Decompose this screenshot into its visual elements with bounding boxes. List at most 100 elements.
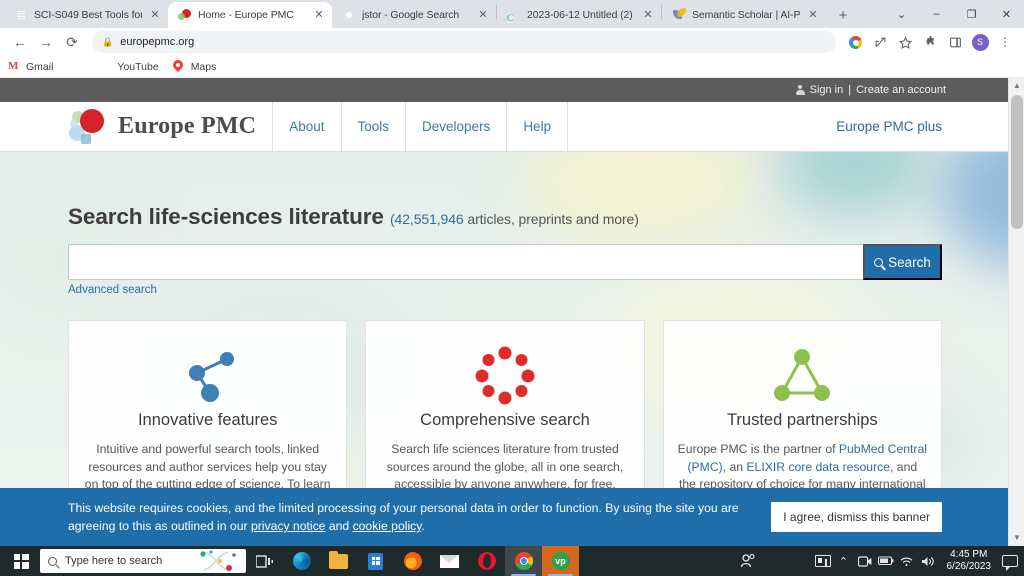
advanced-search-link[interactable]: Advanced search	[68, 284, 157, 296]
battery-icon[interactable]	[877, 556, 894, 566]
clock-date: 6/26/2023	[946, 561, 992, 572]
taskbar-app-microsoft-edge[interactable]	[283, 546, 320, 576]
browser-window: SCI-S049 Best Tools for Track ✕ Home - E…	[0, 0, 1024, 546]
lock-icon: 🔒	[102, 36, 114, 47]
bookmark-youtube[interactable]: YouTube	[99, 60, 158, 73]
side-panel-icon[interactable]	[944, 31, 966, 53]
taskbar-app-mail[interactable]	[431, 546, 468, 576]
task-view-button[interactable]	[246, 546, 283, 576]
dismiss-cookie-banner-button[interactable]: I agree, dismiss this banner	[771, 502, 942, 532]
tab-title: jstor - Google Search	[362, 9, 460, 21]
reload-icon[interactable]: ⟳	[60, 30, 84, 54]
cookie-banner-text: This website requires cookies, and the l…	[68, 499, 751, 535]
start-button[interactable]	[2, 546, 40, 576]
taskbar-search[interactable]: Type here to search	[40, 549, 246, 573]
close-icon[interactable]: ✕	[476, 8, 490, 22]
create-account-link[interactable]: Create an account	[856, 84, 946, 96]
browser-menu-icon[interactable]: ⋮	[994, 31, 1016, 53]
cookie-text: and	[325, 519, 353, 533]
article-count: (42,551,946	[389, 211, 464, 227]
scroll-down-arrow-icon[interactable]: ▼	[1009, 530, 1024, 546]
google-lens-icon[interactable]	[844, 31, 866, 53]
avatar[interactable]: S	[969, 31, 991, 53]
search-input[interactable]	[68, 244, 863, 280]
bookmark-maps[interactable]: Maps	[173, 60, 217, 73]
windows-start-icon	[13, 553, 29, 569]
privacy-notice-link[interactable]: privacy notice	[251, 519, 326, 533]
browser-tab-4[interactable]: Semantic Scholar | AI-Power ✕	[662, 2, 826, 28]
cookie-banner: This website requires cookies, and the l…	[0, 488, 1008, 546]
google-icon	[342, 8, 356, 22]
nav-item-tools[interactable]: Tools	[340, 102, 406, 151]
site-nav: About Tools Developers Help	[272, 102, 569, 151]
share-network-icon	[83, 339, 332, 411]
taskbar-clock[interactable]: 4:45 PM 6/26/2023	[941, 549, 998, 573]
nav-item-about[interactable]: About	[272, 102, 340, 151]
news-icon[interactable]	[814, 555, 831, 567]
close-icon[interactable]: ✕	[312, 8, 326, 22]
new-tab-button[interactable]: +	[830, 2, 856, 28]
taskbar-app-google-chrome[interactable]	[505, 546, 542, 576]
extensions-icon[interactable]	[919, 31, 941, 53]
minimize-icon[interactable]: –	[919, 0, 954, 28]
show-hidden-icons-icon[interactable]: ⌃	[836, 555, 852, 568]
feature-cards: Innovative features Intuitive and powerf…	[68, 320, 942, 512]
close-window-icon[interactable]: ✕	[989, 0, 1024, 28]
forward-icon[interactable]: →	[34, 30, 58, 54]
document-icon	[14, 8, 28, 22]
page-content: Sign in | Create an account Europe PMC A…	[0, 78, 1008, 546]
network-icon[interactable]	[899, 556, 915, 567]
tab-title: 2023-06-12 Untitled (2) - Co	[527, 9, 635, 21]
meet-now-icon[interactable]	[857, 555, 873, 567]
browser-tab-2[interactable]: jstor - Google Search ✕	[332, 2, 496, 28]
maximize-icon[interactable]: ❐	[954, 0, 989, 28]
store-icon	[368, 552, 383, 570]
browser-tab-0[interactable]: SCI-S049 Best Tools for Track ✕	[4, 2, 168, 28]
cookie-policy-link[interactable]: cookie policy	[353, 519, 422, 533]
close-icon[interactable]: ✕	[806, 8, 820, 22]
taskbar-app-file-explorer[interactable]	[320, 546, 357, 576]
system-tray: ⌃ 4:45 PM 6/26/2023	[814, 549, 1024, 573]
share-icon[interactable]	[869, 31, 891, 53]
triangle-network-icon	[678, 339, 927, 411]
folder-icon	[329, 550, 348, 569]
close-icon[interactable]: ✕	[148, 8, 162, 22]
search-button[interactable]: Search	[863, 244, 942, 280]
article-count-suffix: articles, preprints and more)	[463, 211, 639, 227]
bookmarks-bar: M Gmail YouTube Maps	[0, 56, 1024, 78]
back-icon[interactable]: ←	[8, 30, 32, 54]
taskbar-app-microsoft-store[interactable]	[357, 546, 394, 576]
separator: |	[848, 84, 852, 96]
people-button[interactable]	[729, 546, 766, 576]
taskbar-app-opera[interactable]	[468, 546, 505, 576]
site-header: Europe PMC About Tools Developers Help E…	[0, 102, 1008, 152]
bookmark-star-icon[interactable]	[894, 31, 916, 53]
sign-in-link[interactable]: Sign in	[810, 84, 844, 96]
tab-search-icon[interactable]: ⌄	[884, 0, 919, 28]
elixir-core-data-resource-link[interactable]: ELIXIR core data resource	[746, 460, 890, 474]
address-bar[interactable]: 🔒 europepmc.org	[92, 31, 836, 53]
action-center-icon[interactable]	[1002, 555, 1018, 571]
card-body-text: Europe PMC is the partner of	[677, 442, 839, 456]
feature-card-comprehensive-search: Comprehensive search Search life science…	[365, 320, 645, 512]
card-title: Innovative features	[137, 411, 278, 429]
page-scrollbar[interactable]: ▲ ▼	[1008, 78, 1024, 546]
logo[interactable]: Europe PMC	[0, 102, 272, 151]
browser-tab-3[interactable]: C 2023-06-12 Untitled (2) - Co ✕	[497, 2, 661, 28]
bookmark-gmail[interactable]: M Gmail	[8, 60, 53, 73]
nav-item-help[interactable]: Help	[506, 102, 569, 151]
taskbar-app-viewpoint[interactable]: vp	[542, 546, 579, 576]
nav-item-developers[interactable]: Developers	[405, 102, 506, 151]
taskbar-app-firefox[interactable]	[394, 546, 431, 576]
volume-icon[interactable]	[920, 556, 936, 567]
browser-tab-1[interactable]: Home - Europe PMC ✕	[168, 2, 332, 28]
bookmark-globe[interactable]	[67, 60, 85, 73]
toolbar-icons: S ⋮	[844, 31, 1016, 53]
card-title: Trusted partnerships	[726, 411, 878, 429]
search-button-label: Search	[888, 254, 931, 270]
vp-icon: vp	[551, 552, 570, 570]
scroll-up-arrow-icon[interactable]: ▲	[1009, 78, 1024, 94]
close-icon[interactable]: ✕	[641, 8, 655, 22]
scrollbar-thumb[interactable]	[1011, 95, 1023, 229]
europe-pmc-plus-link[interactable]: Europe PMC plus	[836, 102, 1008, 151]
